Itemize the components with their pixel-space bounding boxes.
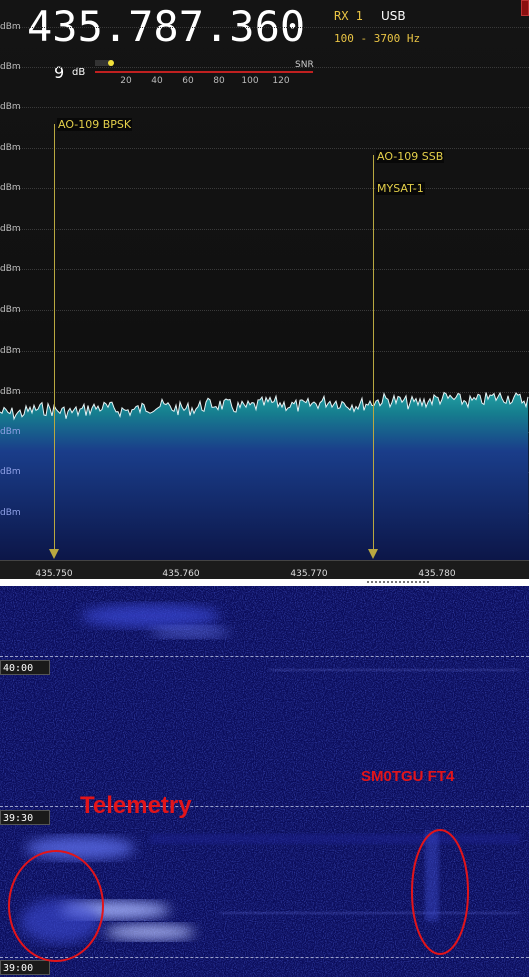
panel-splitter[interactable] — [0, 579, 529, 586]
marker-arrows — [49, 549, 378, 559]
ft4-annotation: SM0TGU FT4 — [361, 768, 455, 785]
frequency-axis[interactable]: 435.750 435.760 435.770 435.780 — [0, 560, 529, 580]
axis-tick-label: 435.770 — [290, 569, 328, 579]
axis-tick-label: 435.780 — [418, 569, 456, 579]
axis-tick-label: 435.760 — [162, 569, 200, 579]
splitter-drag-handle[interactable] — [367, 581, 429, 583]
marker-arrow-bpsk-icon — [49, 549, 59, 559]
axis-tick-label: 435.750 — [35, 569, 73, 579]
marker-arrow-ssb-icon — [368, 549, 378, 559]
telemetry-circle — [8, 850, 104, 962]
spectrum-panel[interactable]: 435.787.360 RX 1 USB 100 - 3700 Hz 9 dB … — [0, 0, 529, 560]
telemetry-annotation: Telemetry — [80, 792, 192, 819]
waterfall-panel[interactable]: 40:00 39:30 39:00 Telemetry SM0TGU FT4 — [0, 586, 529, 977]
ft4-circle — [411, 829, 469, 955]
